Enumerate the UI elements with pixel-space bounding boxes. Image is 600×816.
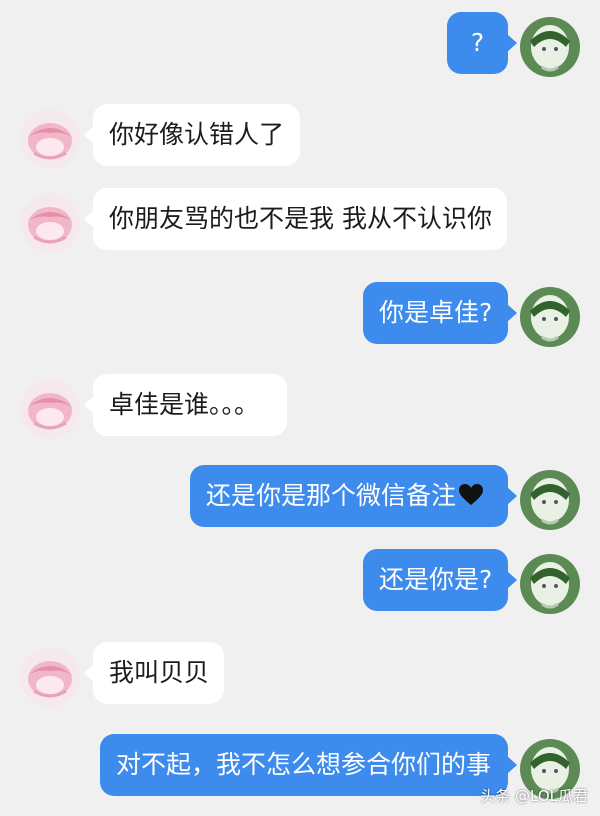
message-text: 你好像认错人了 <box>109 120 285 149</box>
contact-avatar[interactable] <box>20 193 80 253</box>
message-bubble-outgoing[interactable]: 对不起，我不怎么想参合你们的事 <box>100 734 517 796</box>
contact-avatar[interactable] <box>20 109 80 169</box>
message-row-incoming: 你好像认错人了 <box>0 104 600 174</box>
message-bubble-outgoing[interactable]: 还是你是? <box>363 549 517 611</box>
message-row-incoming: 你朋友骂的也不是我 我从不认识你 <box>0 188 600 258</box>
message-text: 你朋友骂的也不是我 我从不认识你 <box>109 204 492 233</box>
message-bubble-incoming[interactable]: 你朋友骂的也不是我 我从不认识你 <box>84 188 507 250</box>
message-bubble-outgoing[interactable]: 还是你是那个微信备注 <box>190 465 517 527</box>
message-text: 卓佳是谁。。。 <box>109 390 260 419</box>
black-heart-icon <box>459 484 484 505</box>
contact-avatar[interactable] <box>20 647 80 707</box>
message-row-incoming: 卓佳是谁。。。 <box>0 374 600 444</box>
message-row-incoming: 我叫贝贝 <box>0 642 600 712</box>
message-bubble-incoming[interactable]: 卓佳是谁。。。 <box>84 374 287 436</box>
chat-conversation: ? 你好像认错人了 你朋友骂的也不是我 我从不认识你 你是卓佳? 卓佳是谁。。。… <box>0 0 600 816</box>
message-row-outgoing: 还是你是? <box>0 549 600 619</box>
watermark: 头条 @LOL瓜君 <box>480 787 588 805</box>
message-text: 还是你是? <box>379 565 493 594</box>
self-avatar[interactable] <box>520 17 580 77</box>
message-bubble-incoming[interactable]: 我叫贝贝 <box>84 642 224 704</box>
message-row-outgoing: 你是卓佳? <box>0 282 600 352</box>
message-row-outgoing: 还是你是那个微信备注 <box>0 465 600 535</box>
message-bubble-incoming[interactable]: 你好像认错人了 <box>84 104 300 166</box>
message-text: 你是卓佳? <box>379 298 493 327</box>
message-text: 还是你是那个微信备注 <box>206 481 457 510</box>
self-avatar[interactable] <box>520 287 580 347</box>
message-bubble-outgoing[interactable]: 你是卓佳? <box>363 282 517 344</box>
message-row-outgoing: ? <box>0 12 600 82</box>
self-avatar[interactable] <box>520 554 580 614</box>
message-text: ? <box>470 28 485 57</box>
contact-avatar[interactable] <box>20 379 80 439</box>
message-text: 对不起，我不怎么想参合你们的事 <box>116 750 492 779</box>
message-bubble-outgoing[interactable]: ? <box>447 12 517 74</box>
self-avatar[interactable] <box>520 470 580 530</box>
message-text: 我叫贝贝 <box>109 658 210 687</box>
